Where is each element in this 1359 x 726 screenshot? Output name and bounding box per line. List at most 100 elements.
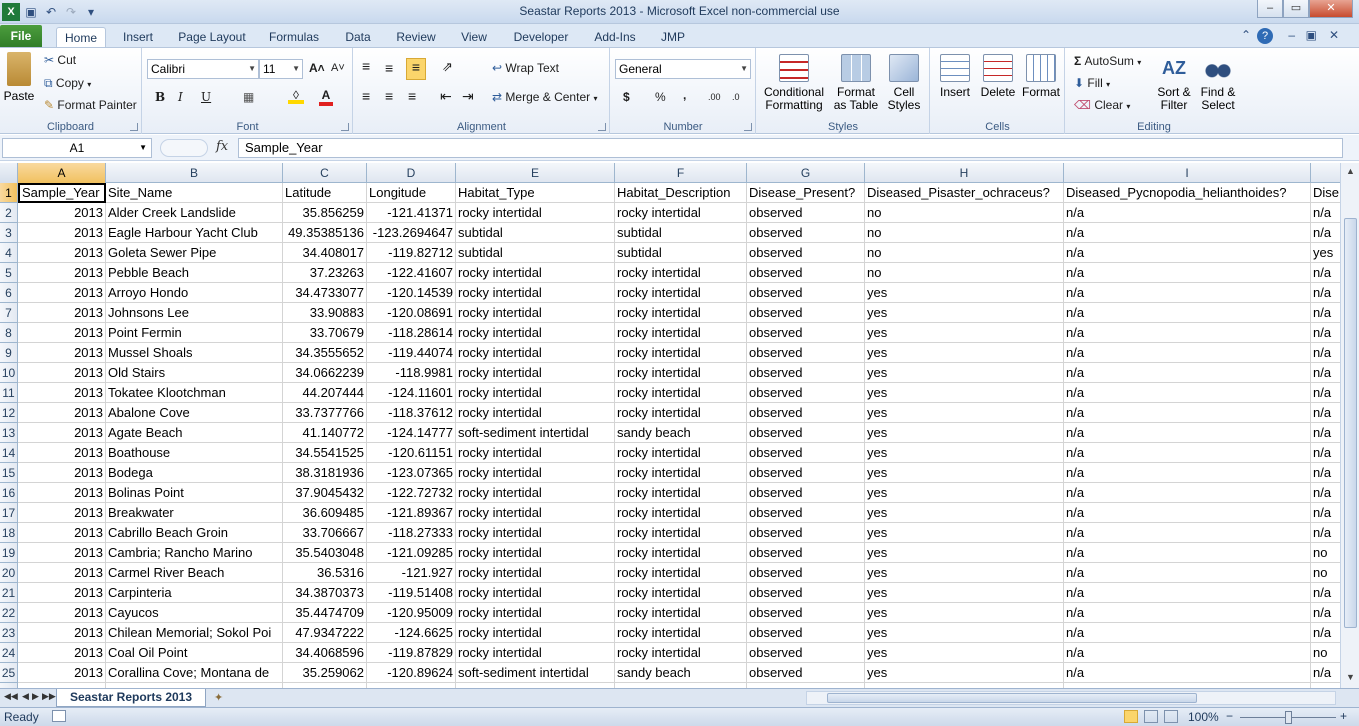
- table-cell[interactable]: rocky intertidal: [456, 503, 615, 523]
- table-cell[interactable]: observed: [747, 643, 865, 663]
- table-cell[interactable]: 35.5403048: [283, 543, 367, 563]
- table-cell[interactable]: rocky intertidal: [456, 523, 615, 543]
- table-cell[interactable]: yes: [865, 443, 1064, 463]
- close-button[interactable]: ✕: [1309, 0, 1353, 18]
- table-cell[interactable]: Boathouse: [106, 443, 283, 463]
- table-cell[interactable]: yes: [865, 603, 1064, 623]
- table-cell[interactable]: observed: [747, 283, 865, 303]
- table-cell[interactable]: rocky intertidal: [456, 263, 615, 283]
- table-cell[interactable]: observed: [747, 603, 865, 623]
- table-cell[interactable]: n/a: [1064, 263, 1311, 283]
- zoom-in-icon[interactable]: +: [1340, 709, 1347, 723]
- table-cell[interactable]: Alder Creek Landslide: [106, 203, 283, 223]
- table-cell[interactable]: 2013: [18, 463, 106, 483]
- tab-page-layout[interactable]: Page Layout: [172, 27, 252, 48]
- grow-font-button[interactable]: A˄: [309, 61, 325, 75]
- table-cell[interactable]: rocky intertidal: [456, 383, 615, 403]
- table-cell[interactable]: rocky intertidal: [456, 303, 615, 323]
- shrink-font-button[interactable]: A˅: [331, 62, 345, 74]
- table-cell[interactable]: -119.87829: [367, 643, 456, 663]
- table-cell[interactable]: 2013: [18, 563, 106, 583]
- insert-sheet-icon[interactable]: ✦: [214, 691, 234, 705]
- header-cell[interactable]: Latitude: [283, 183, 367, 203]
- fill-color-icon[interactable]: ◊: [288, 88, 304, 104]
- table-cell[interactable]: 34.3555652: [283, 343, 367, 363]
- table-cell[interactable]: 38.3181936: [283, 463, 367, 483]
- table-cell[interactable]: -122.41607: [367, 263, 456, 283]
- horizontal-scrollbar[interactable]: [806, 691, 1336, 705]
- currency-button[interactable]: $: [623, 90, 630, 104]
- column-header-h[interactable]: H: [865, 163, 1064, 183]
- column-header-c[interactable]: C: [283, 163, 367, 183]
- table-cell[interactable]: yes: [865, 543, 1064, 563]
- table-cell[interactable]: soft-sediment intertidal: [456, 663, 615, 683]
- table-cell[interactable]: observed: [747, 463, 865, 483]
- align-bottom-icon[interactable]: ≡: [406, 58, 426, 80]
- table-cell[interactable]: yes: [865, 463, 1064, 483]
- select-all-button[interactable]: [0, 163, 18, 183]
- table-cell[interactable]: n/a: [1064, 323, 1311, 343]
- table-cell[interactable]: 2013: [18, 543, 106, 563]
- table-cell[interactable]: -118.27333: [367, 523, 456, 543]
- table-cell[interactable]: no: [1311, 563, 1340, 583]
- header-cell[interactable]: Disease_Present?: [747, 183, 865, 203]
- table-cell[interactable]: 2013: [18, 623, 106, 643]
- row-header-10[interactable]: 10: [0, 363, 18, 383]
- tab-view[interactable]: View: [452, 27, 496, 48]
- table-cell[interactable]: 33.706667: [283, 523, 367, 543]
- table-cell[interactable]: rocky intertidal: [456, 363, 615, 383]
- table-cell[interactable]: rocky intertidal: [456, 483, 615, 503]
- table-cell[interactable]: observed: [747, 343, 865, 363]
- column-header-e[interactable]: E: [456, 163, 615, 183]
- table-cell[interactable]: rocky intertidal: [456, 583, 615, 603]
- minimize-ribbon-icon[interactable]: ⌃: [1241, 28, 1251, 42]
- table-cell[interactable]: observed: [747, 663, 865, 683]
- table-cell[interactable]: n/a: [1064, 543, 1311, 563]
- tab-file[interactable]: File: [0, 25, 42, 48]
- table-cell[interactable]: n/a: [1064, 443, 1311, 463]
- horizontal-scroll-thumb[interactable]: [827, 693, 1197, 703]
- table-cell[interactable]: 34.0662239: [283, 363, 367, 383]
- row-header-14[interactable]: 14: [0, 443, 18, 463]
- header-cell[interactable]: Sample_Year: [18, 183, 106, 203]
- table-cell[interactable]: subtidal: [615, 243, 747, 263]
- table-cell[interactable]: 36.5316: [283, 563, 367, 583]
- page-break-view-icon[interactable]: [1164, 710, 1178, 723]
- table-cell[interactable]: 37.23263: [283, 263, 367, 283]
- table-cell[interactable]: 2013: [18, 523, 106, 543]
- table-cell[interactable]: observed: [747, 323, 865, 343]
- format-cells-button[interactable]: Format: [1019, 54, 1063, 99]
- table-cell[interactable]: n/a: [1064, 523, 1311, 543]
- table-cell[interactable]: n/a: [1064, 603, 1311, 623]
- table-cell[interactable]: 2013: [18, 263, 106, 283]
- zoom-slider-thumb[interactable]: [1285, 711, 1292, 724]
- table-cell[interactable]: Johnsons Lee: [106, 303, 283, 323]
- table-cell[interactable]: rocky intertidal: [615, 383, 747, 403]
- table-cell[interactable]: -119.82712: [367, 243, 456, 263]
- table-cell[interactable]: rocky intertidal: [456, 543, 615, 563]
- table-cell[interactable]: n/a: [1064, 383, 1311, 403]
- table-cell[interactable]: Coal Oil Point: [106, 643, 283, 663]
- table-cell[interactable]: yes: [865, 643, 1064, 663]
- table-cell[interactable]: observed: [747, 243, 865, 263]
- table-cell[interactable]: n/a: [1311, 203, 1340, 223]
- table-cell[interactable]: rocky intertidal: [456, 563, 615, 583]
- align-left-icon[interactable]: ≡: [362, 88, 370, 104]
- table-cell[interactable]: n/a: [1311, 403, 1340, 423]
- prev-sheet-icon[interactable]: ◀: [22, 691, 29, 702]
- table-cell[interactable]: 34.4068596: [283, 643, 367, 663]
- table-cell[interactable]: yes: [865, 503, 1064, 523]
- table-cell[interactable]: 47.9347222: [283, 623, 367, 643]
- table-cell[interactable]: n/a: [1311, 623, 1340, 643]
- row-header-17[interactable]: 17: [0, 503, 18, 523]
- tab-developer[interactable]: Developer: [506, 27, 576, 48]
- table-cell[interactable]: n/a: [1064, 643, 1311, 663]
- tab-review[interactable]: Review: [390, 27, 442, 48]
- row-header-21[interactable]: 21: [0, 583, 18, 603]
- table-cell[interactable]: -123.07365: [367, 463, 456, 483]
- table-cell[interactable]: observed: [747, 483, 865, 503]
- table-cell[interactable]: yes: [865, 563, 1064, 583]
- table-cell[interactable]: 35.4474709: [283, 603, 367, 623]
- table-cell[interactable]: -119.44074: [367, 343, 456, 363]
- column-header-b[interactable]: B: [106, 163, 283, 183]
